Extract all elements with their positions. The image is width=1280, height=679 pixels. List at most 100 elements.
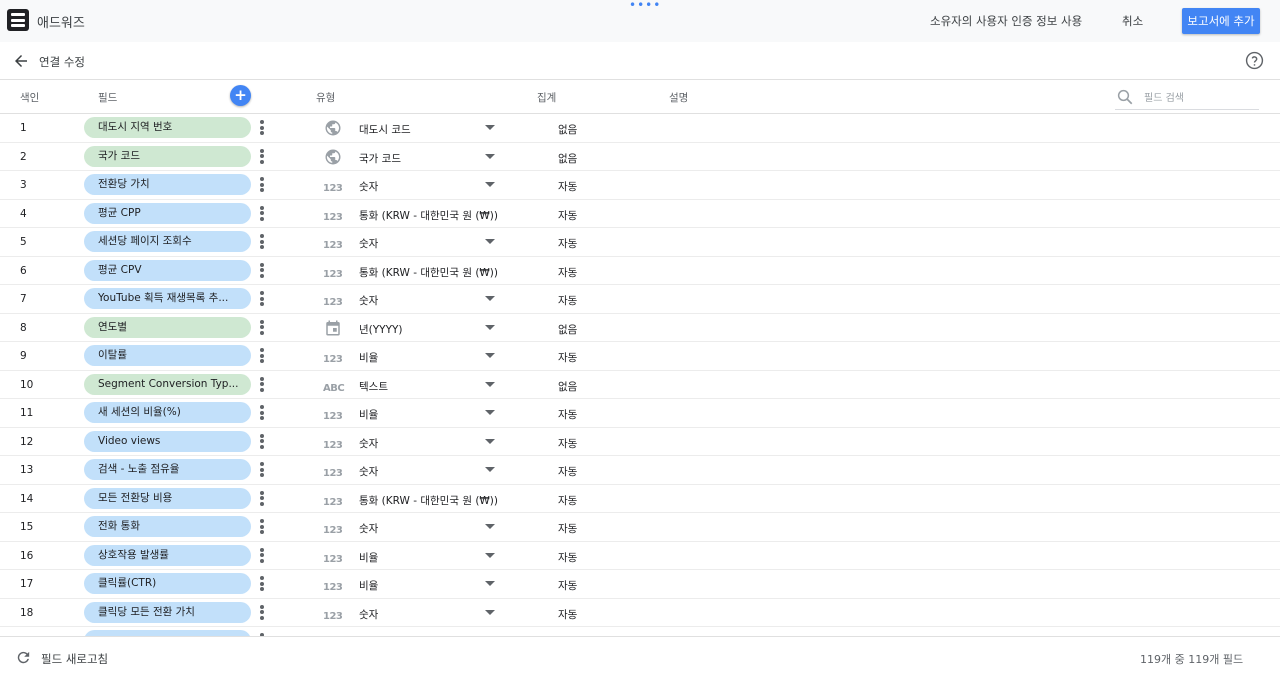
type-dropdown-caret-icon[interactable] <box>485 125 495 130</box>
field-name-chip[interactable]: 연도별 <box>84 316 251 338</box>
more-vert-icon[interactable] <box>259 205 265 222</box>
more-vert-icon[interactable] <box>259 319 265 336</box>
field-type-select[interactable]: 숫자 <box>359 236 378 251</box>
type-dropdown-caret-icon[interactable] <box>485 552 495 558</box>
field-name-chip[interactable]: 모든 전환당 비용 <box>84 487 251 509</box>
type-dropdown-caret-icon[interactable] <box>485 609 495 615</box>
more-vert-icon[interactable] <box>259 376 265 393</box>
field-type-select[interactable]: 비율 <box>359 350 378 365</box>
add-to-report-button[interactable]: 보고서에 추가 <box>1182 8 1260 34</box>
refresh-fields-button[interactable]: 필드 새로고침 <box>41 651 108 667</box>
type-dropdown-caret-icon[interactable] <box>485 381 495 387</box>
type-dropdown-caret-icon[interactable] <box>485 438 495 444</box>
field-name-chip[interactable]: YouTube 획득 재생목록 추... <box>84 288 251 309</box>
field-type-select[interactable]: 통화 (KRW - 대한민국 원 (₩)) <box>359 208 498 223</box>
field-name-chip[interactable]: 대도시 지역 번호 <box>84 117 251 138</box>
field-column-header: 필드 <box>98 92 118 104</box>
field-type-select[interactable]: 비율 <box>359 407 378 422</box>
number-icon: 123 <box>323 439 343 451</box>
field-name-chip[interactable]: 클릭률(CTR) <box>84 573 251 594</box>
add-field-button[interactable]: + <box>230 85 251 106</box>
field-name-chip[interactable]: 클릭당 모든 전환 가치 <box>84 601 251 623</box>
row-index: 7 <box>20 293 27 305</box>
field-name-chip[interactable]: 세션당 페이지 조회수 <box>84 231 251 252</box>
field-type-select[interactable]: 통화 (KRW - 대한민국 원 (₩)) <box>359 265 498 280</box>
more-vert-icon[interactable] <box>259 490 265 507</box>
more-vert-icon[interactable] <box>259 120 265 136</box>
row-index: 3 <box>20 179 27 191</box>
cancel-button[interactable]: 취소 <box>1122 13 1143 29</box>
number-icon: 123 <box>323 411 343 422</box>
field-name-chip[interactable]: Segment Conversion Typ... <box>84 373 251 395</box>
table-row: 11 새 세션의 비율(%) 123 비율 자동 <box>0 399 1280 428</box>
field-type-select[interactable]: 숫자 <box>359 293 378 308</box>
field-name-chip[interactable]: 국가 코드 <box>84 145 251 167</box>
aggregation-column-header: 집계 <box>537 92 557 104</box>
table-row: 5 세션당 페이지 조회수 123 숫자 자동 <box>0 228 1280 257</box>
type-dropdown-caret-icon[interactable] <box>485 410 495 415</box>
more-vert-icon[interactable] <box>259 262 265 279</box>
type-dropdown-caret-icon[interactable] <box>485 324 495 330</box>
globe-icon <box>323 148 343 166</box>
more-vert-icon[interactable] <box>259 234 265 250</box>
more-vert-icon[interactable] <box>259 291 265 307</box>
field-type-select[interactable]: 대도시 코드 <box>359 122 411 137</box>
field-name-chip[interactable]: Video views <box>84 430 251 452</box>
type-dropdown-caret-icon[interactable] <box>485 296 495 301</box>
field-name-chip[interactable]: 평균 CPP <box>84 202 251 224</box>
more-vert-icon[interactable] <box>259 576 265 592</box>
row-index: 14 <box>20 492 34 505</box>
more-vert-icon[interactable] <box>259 547 265 564</box>
field-type-select[interactable]: 비율 <box>359 578 378 593</box>
type-dropdown-caret-icon[interactable] <box>485 467 495 472</box>
more-vert-icon[interactable] <box>259 604 265 621</box>
field-search-input[interactable] <box>1144 89 1256 107</box>
field-type-select[interactable]: 숫자 <box>359 521 378 536</box>
more-vert-icon[interactable] <box>259 405 265 421</box>
table-row: 3 전환당 가치 123 숫자 자동 <box>0 171 1280 200</box>
more-vert-icon[interactable] <box>259 148 265 165</box>
type-dropdown-caret-icon[interactable] <box>485 182 495 187</box>
more-vert-icon[interactable] <box>259 462 265 478</box>
back-arrow-icon[interactable] <box>12 52 30 70</box>
field-name-chip[interactable]: 전화 통화 <box>84 516 251 537</box>
top-bar: 애드워즈 •••• 소유자의 사용자 인증 정보 사용 취소 보고서에 추가 <box>0 0 1280 42</box>
more-vert-icon[interactable] <box>259 433 265 450</box>
field-name-chip[interactable]: 상호작용 발생률 <box>84 544 251 566</box>
more-vert-icon[interactable] <box>259 519 265 535</box>
row-index: 2 <box>20 150 27 163</box>
row-index: 16 <box>20 549 34 562</box>
number-icon: 123 <box>323 496 343 508</box>
field-name-chip[interactable]: 전환당 가치 <box>84 174 251 195</box>
owner-credentials-button[interactable]: 소유자의 사용자 인증 정보 사용 <box>930 13 1082 29</box>
aggregation-value: 자동 <box>558 437 578 450</box>
field-type-select[interactable]: 비율 <box>359 550 378 565</box>
type-dropdown-caret-icon[interactable] <box>485 153 495 159</box>
refresh-icon[interactable] <box>15 649 32 666</box>
field-type-select[interactable]: 텍스트 <box>359 379 388 394</box>
field-type-select[interactable]: 년(YYYY) <box>359 322 403 337</box>
more-vert-icon[interactable] <box>259 177 265 193</box>
type-dropdown-caret-icon[interactable] <box>485 239 495 244</box>
field-type-select[interactable]: 숫자 <box>359 436 378 451</box>
field-type-select[interactable]: 숫자 <box>359 464 378 479</box>
more-vert-icon[interactable] <box>259 348 265 364</box>
table-row: 7 YouTube 획득 재생목록 추... 123 숫자 자동 <box>0 285 1280 314</box>
field-name-chip[interactable]: 새 세션의 비율(%) <box>84 402 251 423</box>
data-source-icon <box>7 9 29 31</box>
drag-handle-icon[interactable]: •••• <box>629 0 661 11</box>
field-name-chip[interactable]: 검색 - 노출 점유율 <box>84 459 251 480</box>
field-type-select[interactable]: 숫자 <box>359 607 378 622</box>
type-dropdown-caret-icon[interactable] <box>485 581 495 586</box>
table-row: 15 전화 통화 123 숫자 자동 <box>0 513 1280 542</box>
field-name-chip[interactable]: 이탈률 <box>84 345 251 366</box>
field-type-select[interactable]: 숫자 <box>359 179 378 194</box>
field-name-chip[interactable]: 평균 CPV <box>84 259 251 281</box>
search-icon <box>1117 89 1133 105</box>
row-index: 12 <box>20 435 34 448</box>
field-type-select[interactable]: 국가 코드 <box>359 151 401 166</box>
help-icon[interactable] <box>1245 51 1264 70</box>
type-dropdown-caret-icon[interactable] <box>485 524 495 529</box>
type-dropdown-caret-icon[interactable] <box>485 353 495 358</box>
field-type-select[interactable]: 통화 (KRW - 대한민국 원 (₩)) <box>359 493 498 508</box>
